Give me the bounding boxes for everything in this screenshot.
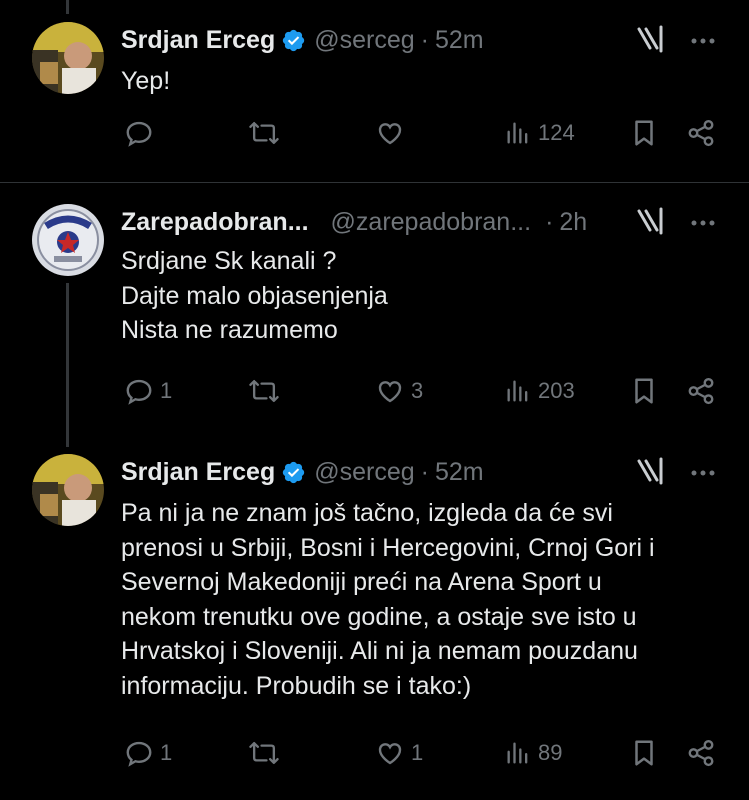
bookmark-button[interactable] <box>631 118 657 148</box>
tweet-text-line: Pa ni ja ne znam još tačno, izgleda da ć… <box>121 499 613 527</box>
reply-button[interactable]: 1 <box>124 738 172 768</box>
more-icon[interactable] <box>688 208 718 238</box>
tweet-text-line: informaciju. Probudih se i tako:) <box>121 671 472 700</box>
views-button[interactable]: 89 <box>504 738 562 768</box>
tweet-text-line: Hrvatskoj i Sloveniji. Ali ni ja nemam p… <box>121 637 638 665</box>
reply-count: 1 <box>160 740 173 765</box>
tweet-actions: 1 1 89 <box>0 738 749 778</box>
author-name[interactable]: Srdjan Erceg <box>121 26 275 55</box>
tweet-text-line: Yep! <box>121 67 171 95</box>
avatar[interactable] <box>32 454 104 526</box>
author-handle[interactable]: @serceg <box>314 26 414 55</box>
tweet-text: Yep! <box>121 64 170 99</box>
verified-badge-icon <box>283 461 305 483</box>
views-button[interactable]: 124 <box>504 118 575 148</box>
bookmark-icon <box>635 120 653 146</box>
grok-icon[interactable] <box>636 24 666 54</box>
views-count: 124 <box>538 120 575 145</box>
share-icon <box>688 739 714 767</box>
author-handle[interactable]: @zarepadobran... <box>331 208 532 237</box>
bookmark-button[interactable] <box>631 376 657 406</box>
grok-icon[interactable] <box>636 456 666 486</box>
tweet-text: Srdjane Sk kanali ? Dajte malo objasenje… <box>121 244 388 348</box>
repost-button[interactable] <box>248 118 286 148</box>
reply-icon <box>126 741 152 767</box>
like-button[interactable] <box>375 118 411 148</box>
tweet-1[interactable]: Srdjan Erceg @serceg · 52m Yep! 124 <box>0 22 749 182</box>
separator: · <box>420 25 429 54</box>
tweet-2[interactable]: Zarepadobran... @zarepadobran... · 2h Sr… <box>0 204 749 444</box>
views-count: 89 <box>538 740 563 765</box>
repost-icon <box>249 379 279 403</box>
separator: · <box>545 207 554 236</box>
reply-icon <box>126 121 152 147</box>
tweet-3[interactable]: Srdjan Erceg @serceg · 52m Pa ni ja ne z… <box>0 454 749 800</box>
bookmark-icon <box>635 740 653 766</box>
like-count: 1 <box>411 740 424 765</box>
author-name[interactable]: Zarepadobran... <box>121 208 309 237</box>
reply-button[interactable] <box>124 118 160 148</box>
like-icon <box>378 123 402 145</box>
timestamp[interactable]: 52m <box>435 458 484 487</box>
share-button[interactable] <box>686 118 716 148</box>
views-icon <box>507 742 528 764</box>
timestamp[interactable]: 2h <box>559 208 587 237</box>
share-button[interactable] <box>686 738 716 768</box>
tweet-actions: 124 <box>0 118 749 158</box>
repost-button[interactable] <box>248 738 286 768</box>
like-icon <box>378 743 402 765</box>
tweet-text: Pa ni ja ne znam još tačno, izgleda da ć… <box>121 496 655 703</box>
tweet-actions: 1 3 203 <box>0 376 749 416</box>
timestamp[interactable]: 52m <box>435 26 484 55</box>
views-count: 203 <box>538 378 575 403</box>
reply-button[interactable]: 1 <box>124 376 172 406</box>
tweet-text-line: Dajte malo objasenjenja <box>121 281 388 310</box>
share-icon <box>688 377 714 405</box>
tweet-text-line: Severnoj Makedoniji preći na Arena Sport… <box>121 568 602 596</box>
bookmark-button[interactable] <box>631 738 657 768</box>
thread-line-top <box>66 0 69 14</box>
tweet-text-line: nekom trenutku ove godine, a ostaje sve … <box>121 602 637 631</box>
repost-button[interactable] <box>248 376 286 406</box>
repost-icon <box>249 741 279 765</box>
repost-icon <box>249 121 279 145</box>
reply-icon <box>126 379 152 405</box>
share-icon <box>688 119 714 147</box>
tweet-header: Srdjan Erceg @serceg · 52m <box>121 22 484 58</box>
verified-badge-icon <box>283 29 305 51</box>
views-button[interactable]: 203 <box>504 376 575 406</box>
author-handle[interactable]: @serceg <box>314 458 414 487</box>
more-icon[interactable] <box>688 26 718 56</box>
tweet-header: Zarepadobran... @zarepadobran... · 2h <box>121 204 587 240</box>
like-button[interactable]: 1 <box>375 738 423 768</box>
tweet-text-line: Srdjane Sk kanali ? <box>121 247 337 275</box>
reply-count: 1 <box>160 378 173 403</box>
share-button[interactable] <box>686 376 716 406</box>
views-icon <box>507 122 528 144</box>
like-icon <box>378 381 402 403</box>
views-icon <box>507 380 528 402</box>
more-icon[interactable] <box>688 458 718 488</box>
separator: · <box>420 457 429 486</box>
like-button[interactable]: 3 <box>375 376 423 406</box>
tweet-text-line: prenosi u Srbiji, Bosni i Hercegovini, C… <box>121 533 655 562</box>
like-count: 3 <box>411 378 424 403</box>
author-name[interactable]: Srdjan Erceg <box>121 458 275 487</box>
grok-icon[interactable] <box>636 206 666 236</box>
tweet-header: Srdjan Erceg @serceg · 52m <box>121 454 484 490</box>
avatar[interactable] <box>32 22 104 94</box>
avatar[interactable] <box>32 204 104 276</box>
tweet-text-line: Nista ne razumemo <box>121 316 338 344</box>
tweet-divider <box>0 182 749 183</box>
bookmark-icon <box>635 378 653 404</box>
